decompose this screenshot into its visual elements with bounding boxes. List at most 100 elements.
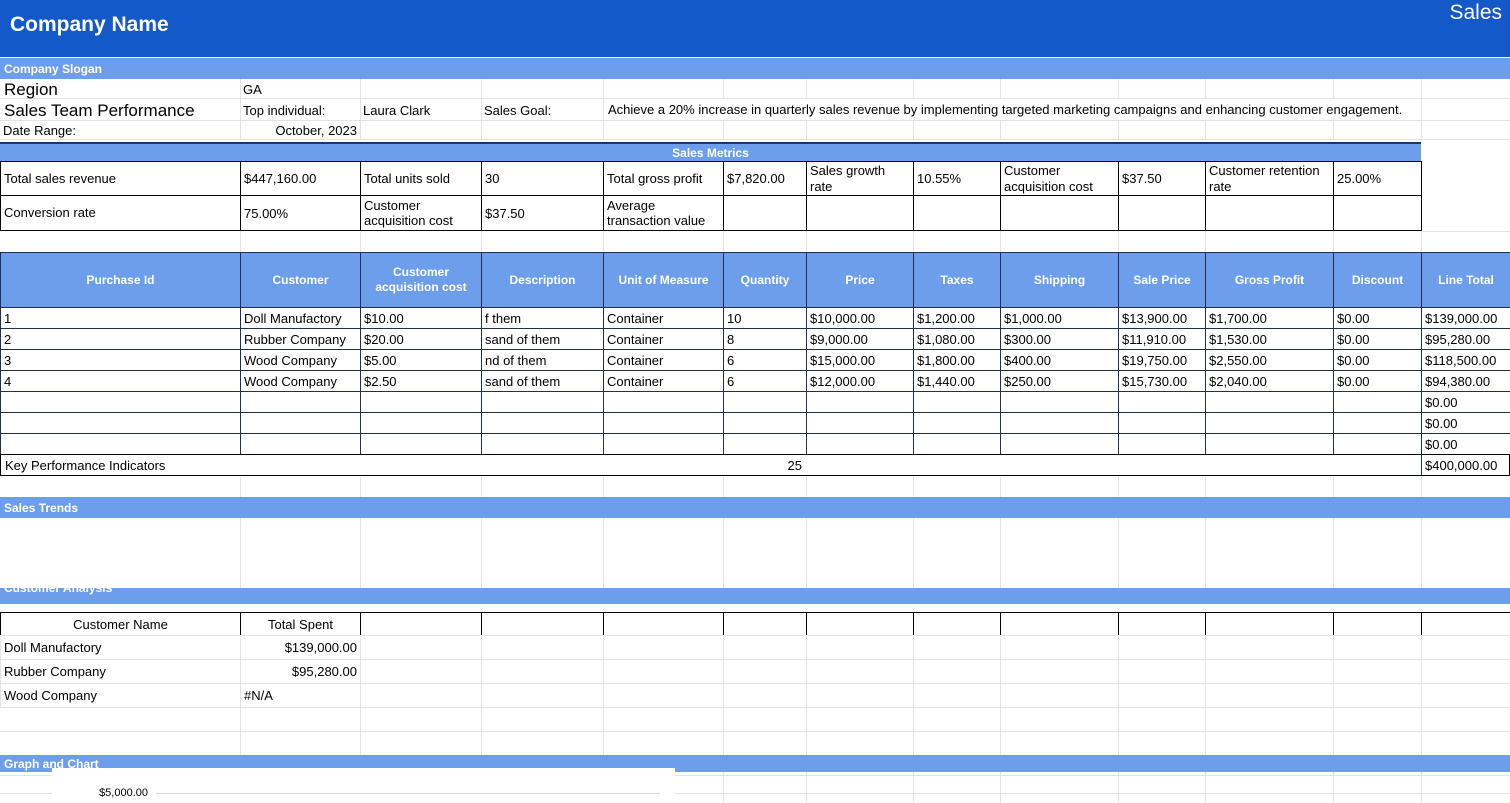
cell-empty[interactable] <box>482 684 604 708</box>
purchase-cell[interactable]: 8 <box>724 329 807 350</box>
cell-empty[interactable] <box>807 636 914 660</box>
purchase-cell[interactable]: $15,000.00 <box>807 350 914 371</box>
cell-empty[interactable] <box>1001 660 1119 684</box>
purchase-cell[interactable]: $118,500.00 <box>1422 350 1510 371</box>
customer-name-cell[interactable]: Doll Manufactory <box>1 636 241 660</box>
metric-value-cell[interactable]: 30 <box>482 162 604 196</box>
purchase-cell[interactable]: $20.00 <box>361 329 482 350</box>
purchase-cell[interactable]: $19,750.00 <box>1119 350 1206 371</box>
purchase-cell-empty[interactable] <box>914 392 1001 413</box>
purchase-cell-empty[interactable] <box>604 434 724 455</box>
purchase-cell[interactable]: sand of them <box>482 329 604 350</box>
purchase-cell[interactable]: $0.00 <box>1422 434 1510 455</box>
header-cell-empty[interactable] <box>1206 613 1334 636</box>
purchase-cell-empty[interactable] <box>724 413 807 434</box>
metric-label-cell[interactable] <box>807 196 914 231</box>
cell-empty[interactable] <box>1001 684 1119 708</box>
purchase-cell[interactable]: $250.00 <box>1001 371 1119 392</box>
cell-empty[interactable] <box>1334 684 1422 708</box>
kpi-quantity-total-cell[interactable]: 25 <box>724 458 802 473</box>
cell-empty[interactable] <box>361 636 482 660</box>
metric-value-cell[interactable] <box>1334 196 1422 231</box>
header-cell-empty[interactable] <box>604 613 724 636</box>
header-cell-empty[interactable] <box>1119 613 1206 636</box>
purchase-cell[interactable]: $0.00 <box>1334 350 1422 371</box>
purchase-cell[interactable]: $1,530.00 <box>1206 329 1334 350</box>
cell-empty[interactable] <box>482 636 604 660</box>
cell-empty[interactable] <box>1422 636 1510 660</box>
purchase-cell[interactable]: $1,800.00 <box>914 350 1001 371</box>
purchase-cell[interactable]: $5.00 <box>361 350 482 371</box>
date-range-value-cell[interactable]: October, 2023 <box>240 123 357 138</box>
cell-empty[interactable] <box>807 684 914 708</box>
purchase-cell[interactable]: $15,730.00 <box>1119 371 1206 392</box>
cell-empty[interactable] <box>361 684 482 708</box>
purchase-cell[interactable]: Doll Manufactory <box>241 308 361 329</box>
purchase-cell[interactable]: $10.00 <box>361 308 482 329</box>
metric-value-cell[interactable] <box>1119 196 1206 231</box>
header-cell-empty[interactable] <box>1422 613 1510 636</box>
cell-empty[interactable] <box>1001 636 1119 660</box>
cell-empty[interactable] <box>1422 660 1510 684</box>
purchase-cell[interactable]: Wood Company <box>241 350 361 371</box>
cell-empty[interactable] <box>361 660 482 684</box>
purchase-cell[interactable]: nd of them <box>482 350 604 371</box>
metric-label-cell[interactable]: Sales growth rate <box>807 162 914 196</box>
cell-empty[interactable] <box>724 684 807 708</box>
purchase-cell[interactable]: $139,000.00 <box>1422 308 1510 329</box>
purchase-col-header[interactable]: Shipping <box>1001 253 1119 308</box>
purchase-cell[interactable]: 2 <box>1 329 241 350</box>
purchase-cell-empty[interactable] <box>361 434 482 455</box>
embedded-chart[interactable]: $5,000.00 <box>52 768 675 803</box>
purchase-cell[interactable]: Rubber Company <box>241 329 361 350</box>
total-spent-cell[interactable]: #N/A <box>241 684 361 708</box>
purchase-cell[interactable]: 10 <box>724 308 807 329</box>
metric-value-cell[interactable]: $37.50 <box>482 196 604 231</box>
sales-goal-value-cell[interactable]: Achieve a 20% increase in quarterly sale… <box>606 99 1406 120</box>
purchase-cell-empty[interactable] <box>1206 434 1334 455</box>
purchase-cell[interactable]: $400.00 <box>1001 350 1119 371</box>
cell-empty[interactable] <box>1119 660 1206 684</box>
cell-empty[interactable] <box>1206 684 1334 708</box>
header-cell-empty[interactable] <box>914 613 1001 636</box>
purchase-cell[interactable]: $2.50 <box>361 371 482 392</box>
purchase-cell[interactable]: $95,280.00 <box>1422 329 1510 350</box>
header-cell-empty[interactable] <box>1001 613 1119 636</box>
purchase-cell-empty[interactable] <box>1001 434 1119 455</box>
cell-empty[interactable] <box>1334 636 1422 660</box>
purchase-cell-empty[interactable] <box>1 413 241 434</box>
metric-value-cell[interactable] <box>914 196 1001 231</box>
customer-analysis-band[interactable]: Customer Analysis <box>0 588 1510 604</box>
header-cell-empty[interactable] <box>361 613 482 636</box>
purchase-cell[interactable]: Container <box>604 350 724 371</box>
purchase-col-header[interactable]: Gross Profit <box>1206 253 1334 308</box>
purchase-cell[interactable]: 4 <box>1 371 241 392</box>
metric-label-cell[interactable]: Customer acquisition cost <box>361 196 482 231</box>
purchase-cell[interactable]: $10,000.00 <box>807 308 914 329</box>
purchase-cell-empty[interactable] <box>1206 413 1334 434</box>
purchase-cell-empty[interactable] <box>482 413 604 434</box>
purchase-cell[interactable]: $12,000.00 <box>807 371 914 392</box>
purchase-col-header[interactable]: Discount <box>1334 253 1422 308</box>
metric-label-cell[interactable]: Average transaction value <box>604 196 724 231</box>
purchase-cell-empty[interactable] <box>604 392 724 413</box>
metric-value-cell[interactable]: 25.00% <box>1334 162 1422 196</box>
metric-label-cell[interactable] <box>1206 196 1334 231</box>
purchase-col-header[interactable]: Price <box>807 253 914 308</box>
metric-value-cell[interactable] <box>724 196 807 231</box>
purchase-cell[interactable]: 6 <box>724 350 807 371</box>
purchase-cell-empty[interactable] <box>914 434 1001 455</box>
purchase-cell-empty[interactable] <box>1334 392 1422 413</box>
header-cell-empty[interactable] <box>724 613 807 636</box>
purchase-cell[interactable]: Container <box>604 308 724 329</box>
team-performance-label[interactable]: Sales Team Performance <box>4 101 195 121</box>
purchase-cell-empty[interactable] <box>1001 392 1119 413</box>
purchase-cell[interactable]: sand of them <box>482 371 604 392</box>
cell-empty[interactable] <box>1206 636 1334 660</box>
purchase-cell[interactable]: $2,040.00 <box>1206 371 1334 392</box>
purchase-col-header[interactable]: Line Total <box>1422 253 1510 308</box>
purchase-cell-empty[interactable] <box>482 434 604 455</box>
purchase-cell[interactable]: $9,000.00 <box>807 329 914 350</box>
purchase-col-header[interactable]: Purchase Id <box>1 253 241 308</box>
kpi-line-total-cell[interactable]: $400,000.00 <box>1421 455 1510 475</box>
